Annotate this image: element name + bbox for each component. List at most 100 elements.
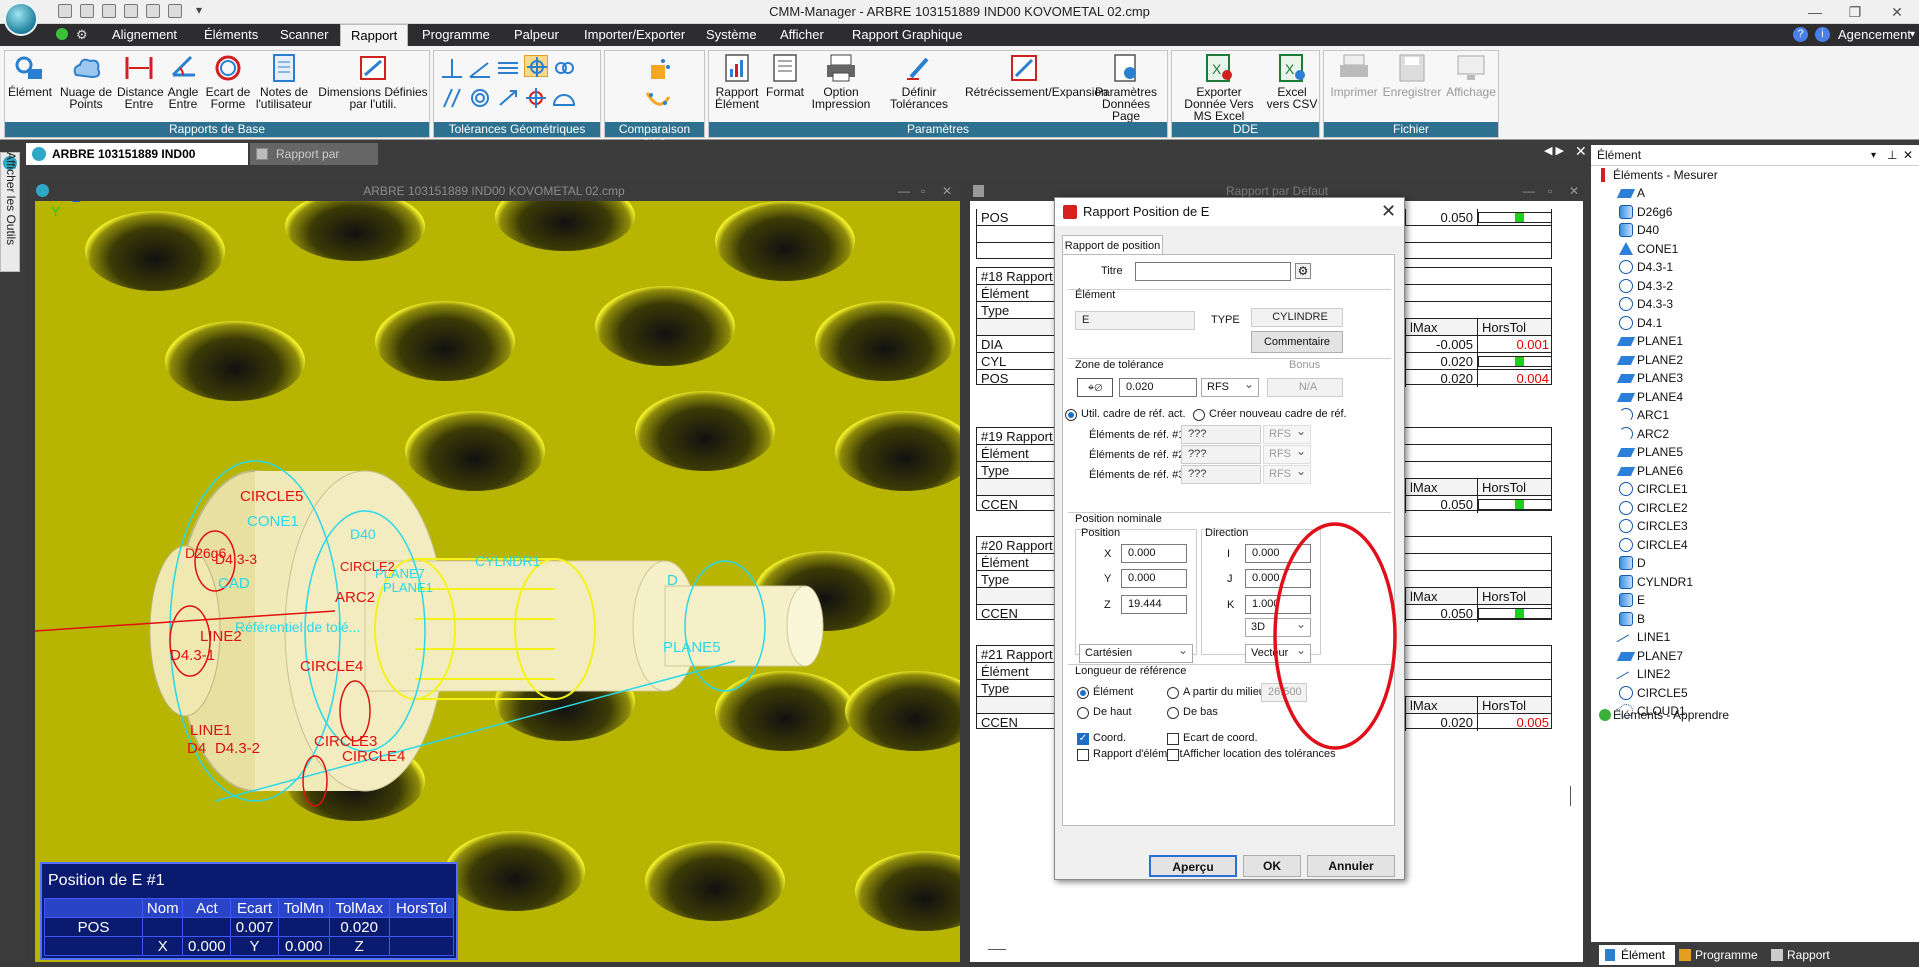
pos-y-input[interactable]: 0.000 [1121,569,1187,588]
bottom-tab-rapport[interactable]: Rapport [1765,945,1840,965]
parallelism-icon[interactable] [440,87,464,109]
minimize-button[interactable]: — [1795,2,1835,22]
bottom-tab-element[interactable]: Élément [1599,945,1676,965]
viewport-close-icon[interactable]: ✕ [942,181,952,201]
checkbox-coord[interactable]: ✓ [1077,733,1089,745]
viewport-minimize-icon[interactable]: — [898,181,910,201]
maximize-button[interactable]: ❐ [1835,2,1875,22]
nuage-points-button[interactable]: Nuage de Points [57,53,115,110]
tree-item[interactable]: PLANE6 [1591,462,1911,480]
tree-item[interactable]: D4.3-2 [1591,277,1911,295]
menu-afficher[interactable]: Afficher [770,24,834,46]
tools-icon[interactable]: ⚙ [76,27,88,43]
dialog-close-icon[interactable]: ✕ [1381,201,1396,222]
dimensions-definies-button[interactable]: Dimensions Définies par l'utili. [317,53,429,110]
tree-item[interactable]: PLANE7 [1591,647,1911,665]
notes-utilisateur-button[interactable]: Notes de l'utilisateur [255,53,313,110]
tree-item[interactable]: CIRCLE5 [1591,684,1911,702]
tab-rapport[interactable]: Rapport par Défaut [250,143,378,183]
cad-compare-icon[interactable] [643,55,673,85]
imprimer-button[interactable]: Imprimer [1328,53,1380,98]
definir-tolerances-button[interactable]: Définir Tolérances [879,53,959,110]
tree-item[interactable]: CIRCLE2 [1591,499,1911,517]
radio-bas[interactable] [1167,707,1179,719]
tree-item[interactable]: CIRCLE3 [1591,517,1911,535]
ok-button[interactable]: OK [1243,855,1301,877]
cad-points-icon[interactable] [643,89,673,113]
pos-x-input[interactable]: 0.000 [1121,544,1187,563]
angle-entre-button[interactable]: Angle Entre [163,53,203,110]
titre-input[interactable] [1135,262,1291,281]
tree-item[interactable]: D [1591,554,1911,572]
radio-milieu[interactable] [1167,687,1179,699]
radio-cadre-actuel[interactable] [1065,409,1077,421]
commentaire-button[interactable]: Commentaire [1251,331,1343,353]
concentricity-icon[interactable] [552,57,576,79]
panel-pin-icon[interactable]: ⊥ [1887,145,1897,166]
close-doc-icon[interactable]: ✕ [1575,143,1587,160]
menu-importer-exporter[interactable]: Importer/Exporter [574,24,695,46]
annuler-button[interactable]: Annuler [1307,855,1395,877]
checkbox-location[interactable] [1167,749,1179,761]
menu-rapport[interactable]: Rapport [340,24,409,46]
menu-rapport-graphique[interactable]: Rapport Graphique [842,24,973,46]
affichage-button[interactable]: Affichage [1444,53,1498,98]
parametres-page-button[interactable]: Paramètres Données Page [1087,53,1165,122]
tree-item[interactable]: LINE2 [1591,665,1911,691]
export-excel-button[interactable]: X Exporter Donnée Vers MS Excel [1174,53,1264,122]
coord-system-select[interactable]: Cartésien [1079,642,1193,663]
panel-close-icon[interactable]: ✕ [1903,145,1913,166]
layout-dropdown-icon[interactable]: ▾ [1910,24,1915,46]
tree-item[interactable]: LINE1 [1591,628,1911,654]
pos-z-input[interactable]: 19.444 [1121,595,1187,614]
radio-element[interactable] [1077,687,1089,699]
format-button[interactable]: Format [765,53,805,98]
tree-item[interactable]: CIRCLE1 [1591,480,1911,498]
angularity-icon[interactable] [468,57,492,79]
symmetry-icon[interactable] [496,57,520,79]
layout-menu[interactable]: Agencement [1838,24,1911,46]
report-maximize-icon[interactable]: ▫ [1548,181,1552,201]
tolerance-mode-select[interactable]: RFS [1201,376,1259,397]
checkbox-ecart[interactable] [1167,733,1179,745]
retrecissement-button[interactable]: Rétrécissement/Expansion [965,53,1108,98]
tree-item[interactable]: PLANE1 [1591,332,1911,350]
tree-item[interactable]: D4.3-3 [1591,295,1911,313]
profile-icon[interactable] [552,87,576,109]
tree-item[interactable]: PLANE2 [1591,351,1911,369]
radio-cadre-nouveau[interactable] [1193,409,1205,421]
circularity-icon[interactable] [468,87,492,109]
bottom-tab-programme[interactable]: Programme [1673,945,1768,965]
tree-item[interactable]: D26g6 [1591,203,1911,221]
menu-programme[interactable]: Programme [412,24,500,46]
tree-item[interactable]: A [1591,184,1911,202]
help-icon[interactable]: ? [1793,27,1808,42]
tree-item[interactable]: D4.3-1 [1591,258,1911,276]
info-icon[interactable]: i [1815,27,1830,42]
tree-root-learn[interactable]: Éléments - Apprendre [1591,706,1911,724]
tree-item[interactable]: PLANE3 [1591,369,1911,387]
enregistrer-button[interactable]: Enregistrer [1382,53,1442,98]
apercu-button[interactable]: Aperçu [1149,855,1237,877]
titre-settings-icon[interactable]: ⚙ [1295,263,1311,279]
tab-rapport-position[interactable]: Rapport de position [1062,235,1163,255]
runout-icon[interactable] [496,87,520,109]
tabs-scroll-icon[interactable]: ◀ ▶ [1544,144,1564,157]
tolerance-input[interactable]: 0.020 [1119,378,1197,397]
checkbox-rapport-element[interactable] [1077,749,1089,761]
tree-item[interactable]: ARC2 [1591,425,1911,443]
position-symbol-icon[interactable]: ⌖⌀ [1077,378,1113,397]
tree-item[interactable]: PLANE5 [1591,443,1911,461]
close-button[interactable]: ✕ [1877,2,1917,22]
excel-csv-button[interactable]: X Excel vers CSV [1266,53,1318,110]
panel-dropdown-icon[interactable]: ▾ [1871,145,1876,166]
tab-model[interactable]: ARBRE 103151889 IND00 KOVO... [26,143,248,183]
tree-item[interactable]: CONE1 [1591,240,1911,258]
option-impression-button[interactable]: Option Impression [809,53,873,110]
tree-item[interactable]: E [1591,591,1911,609]
tree-item[interactable]: D4.1 [1591,314,1911,332]
tree-item[interactable]: PLANE4 [1591,388,1911,406]
menu-elements[interactable]: Éléments [194,24,268,46]
tree-item[interactable]: CYLNDR1 [1591,573,1911,591]
app-menu-button[interactable] [4,2,38,36]
